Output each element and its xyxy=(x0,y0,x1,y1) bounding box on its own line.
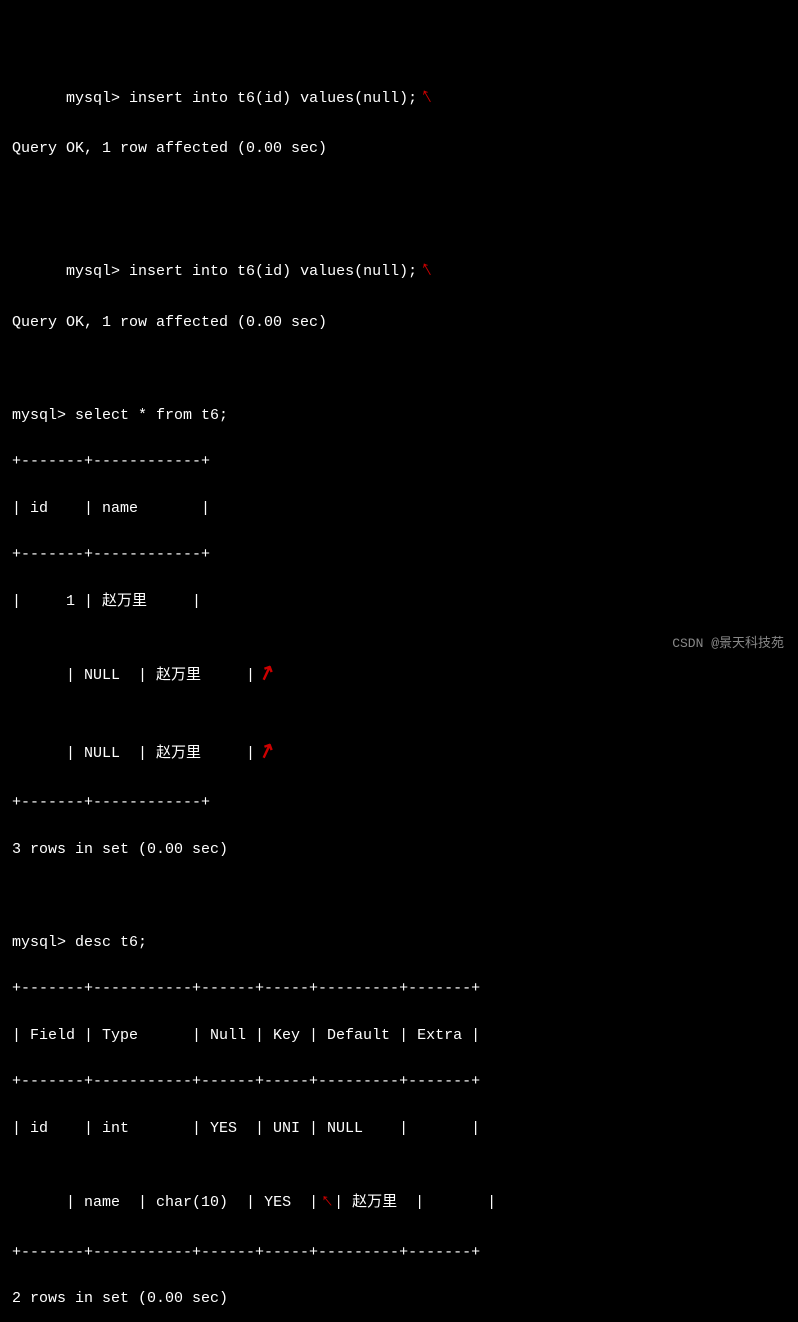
desc-border-2: +-------+-----------+------+-----+------… xyxy=(12,1070,786,1093)
prompt-desc: mysql> desc t6; xyxy=(12,931,786,954)
desc-row-id: | id | int | YES | UNI | NULL | | xyxy=(12,1117,786,1140)
output-1: Query OK, 1 row affected (0.00 sec) xyxy=(12,137,786,160)
table-row-3: | NULL | 赵万里 |↗ xyxy=(30,714,276,792)
table-header: | id | name | xyxy=(12,497,786,520)
desc-border-3: +-------+-----------+------+-----+------… xyxy=(12,1241,786,1264)
desc-name-text-2: | 赵万里 | | xyxy=(334,1194,496,1211)
terminal-window: mysql> insert into t6(id) values(null);↑… xyxy=(0,0,798,1322)
row-3-text: | NULL | 赵万里 | xyxy=(66,745,255,762)
arrow-null-1: ↗ xyxy=(254,658,280,693)
table-border-2: +-------+------------+ xyxy=(12,543,786,566)
arrow-1: ↑ xyxy=(413,79,441,115)
desc-header: | Field | Type | Null | Key | Default | … xyxy=(12,1024,786,1047)
output-2: Query OK, 1 row affected (0.00 sec) xyxy=(12,311,786,334)
line-2: mysql> insert into t6(id) values(null);↑ xyxy=(30,230,434,311)
table-border-1: +-------+------------+ xyxy=(12,450,786,473)
arrow-null-2: ↗ xyxy=(254,735,280,770)
prompt-select: mysql> select * from t6; xyxy=(12,404,786,427)
desc-row-name: | name | char(10) | YES |↑| 赵万里 | | xyxy=(30,1163,496,1241)
desc-name-text: | name | char(10) | YES | xyxy=(66,1194,318,1211)
table-border-3: +-------+------------+ xyxy=(12,791,786,814)
blank-2 xyxy=(12,357,786,380)
output-4: 2 rows in set (0.00 sec) xyxy=(12,1287,786,1310)
output-3: 3 rows in set (0.00 sec) xyxy=(12,838,786,861)
blank-1 xyxy=(12,184,786,207)
row-2-text: | NULL | 赵万里 | xyxy=(66,667,255,684)
prompt-text: mysql> insert into t6(id) values(null); xyxy=(66,90,417,107)
line-1: mysql> insert into t6(id) values(null);↑ xyxy=(30,57,434,138)
prompt-text-2: mysql> insert into t6(id) values(null); xyxy=(66,263,417,280)
blank-3 xyxy=(12,884,786,907)
arrow-2: ↑ xyxy=(413,252,441,288)
watermark: CSDN @景天科技苑 xyxy=(672,632,784,651)
table-row-2: | NULL | 赵万里 |↗ xyxy=(30,636,276,714)
table-row-1: | 1 | 赵万里 | xyxy=(12,590,786,613)
desc-border-1: +-------+-----------+------+-----+------… xyxy=(12,977,786,1000)
